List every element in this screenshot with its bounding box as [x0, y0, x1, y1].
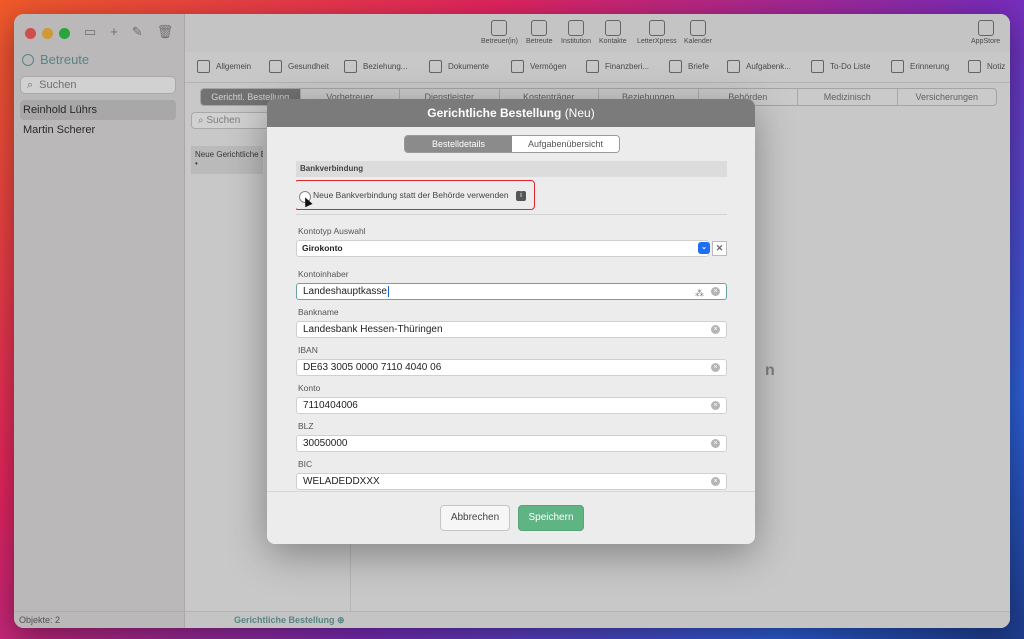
kontoinhaber-value: Landeshauptkasse	[303, 286, 387, 297]
bic-field[interactable]: WELADEDDXXX ×	[296, 473, 727, 490]
clear-icon[interactable]: ×	[711, 363, 720, 372]
dialog-title-suffix: (Neu)	[564, 106, 595, 120]
konto-value: 7110404006	[303, 400, 358, 411]
iban-label: IBAN	[298, 345, 318, 355]
clear-icon[interactable]: ×	[711, 325, 720, 334]
dialog-segmented-control: Bestelldetails Aufgabenübersicht	[404, 135, 620, 153]
konto-field[interactable]: 7110404006 ×	[296, 397, 727, 414]
blz-label: BLZ	[298, 421, 314, 431]
konto-label: Konto	[298, 383, 321, 393]
kontotyp-label: Kontotyp Auswahl	[298, 226, 366, 236]
section-divider	[296, 214, 727, 215]
clear-icon[interactable]: ×	[711, 401, 720, 410]
iban-value: DE63 3005 0000 7110 4040 06	[303, 362, 442, 373]
clear-icon[interactable]: ×	[711, 439, 720, 448]
bankname-value: Landesbank Hessen-Thüringen	[303, 324, 443, 335]
cancel-button[interactable]: Abbrechen	[440, 505, 510, 531]
seg-bestelldetails[interactable]: Bestelldetails	[405, 136, 512, 152]
clear-icon[interactable]: ✕	[712, 241, 727, 256]
text-caret	[387, 285, 389, 297]
info-icon[interactable]: i	[516, 191, 526, 201]
new-bank-option: Neue Bankverbindung statt der Behörde ve…	[296, 180, 535, 210]
blz-value: 30050000	[303, 438, 348, 449]
kontotyp-value: Girokonto	[302, 243, 343, 253]
bank-form: Bankverbindung Neue Bankverbindung statt…	[296, 161, 727, 491]
save-button[interactable]: Speichern	[518, 505, 584, 531]
bestellung-dialog: Gerichtliche Bestellung (Neu) Bestelldet…	[267, 99, 755, 544]
seg-aufgabenuebersicht[interactable]: Aufgabenübersicht	[512, 136, 619, 152]
new-bank-radio-label[interactable]: Neue Bankverbindung statt der Behörde ve…	[313, 190, 509, 200]
kontotyp-select[interactable]: Girokonto ⌄ ✕	[296, 240, 727, 257]
dialog-title-bold: Gerichtliche Bestellung	[427, 106, 562, 120]
kontoinhaber-label: Kontoinhaber	[298, 269, 349, 279]
blz-field[interactable]: 30050000 ×	[296, 435, 727, 452]
bic-label: BIC	[298, 459, 313, 469]
bankname-label: Bankname	[298, 307, 339, 317]
dialog-footer: Abbrechen Speichern	[267, 491, 755, 544]
chevron-down-icon[interactable]: ⌄	[698, 242, 710, 254]
bankname-field[interactable]: Landesbank Hessen-Thüringen ×	[296, 321, 727, 338]
section-header-bankverbindung: Bankverbindung	[296, 161, 727, 177]
clear-icon[interactable]: ×	[711, 477, 720, 486]
kontoinhaber-field[interactable]: Landeshauptkasse ⁂ ×	[296, 283, 727, 300]
dialog-title: Gerichtliche Bestellung (Neu)	[267, 99, 755, 127]
magic-wand-icon[interactable]: ⁂	[695, 286, 704, 301]
iban-field[interactable]: DE63 3005 0000 7110 4040 06 ×	[296, 359, 727, 376]
clear-icon[interactable]: ×	[711, 287, 720, 296]
bic-value: WELADEDDXXX	[303, 476, 380, 487]
